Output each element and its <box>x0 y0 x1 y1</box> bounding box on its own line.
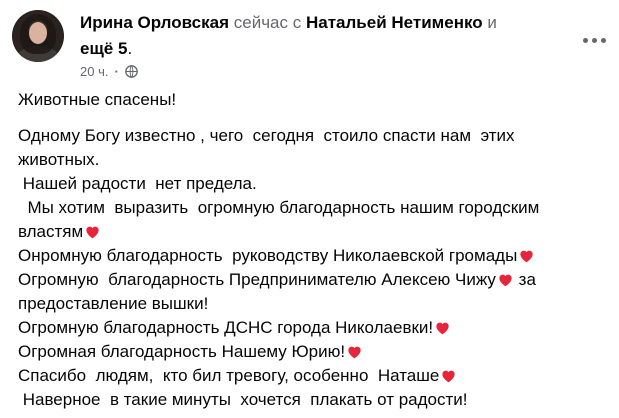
globe-icon[interactable] <box>124 64 138 78</box>
post-header: Ирина Орловская сейчас с Натальей Нетиме… <box>12 4 612 84</box>
post-line: властям <box>18 222 84 241</box>
post-line: Огромная благодарность Нашему Юрию! <box>18 342 346 361</box>
post-line: Спасибо людям, кто бил тревогу, особенно… <box>18 366 440 385</box>
post-line: Огромную благодарность Предпринимателю А… <box>18 270 496 289</box>
heart-icon <box>499 274 512 287</box>
post-meta: 20 ч. · <box>80 63 138 79</box>
post-line-with-heart: Огромная благодарность Нашему Юрию! <box>18 340 608 364</box>
more-icon-dot <box>591 37 597 43</box>
post-line-with-heart: Онромную благодарность руководству Никол… <box>18 244 608 268</box>
author-avatar[interactable] <box>12 10 64 62</box>
post-title-line: Ирина Орловская сейчас с Натальей Нетиме… <box>80 10 550 62</box>
tagged-user[interactable]: Натальей Нетименко <box>306 13 483 32</box>
post-line: Нашей радости нет предела. <box>18 174 257 193</box>
post-line: животных. <box>18 150 100 169</box>
heart-icon <box>442 370 455 383</box>
post-line-with-heart: Спасибо людям, кто бил тревогу, особенно… <box>18 364 608 388</box>
author-name[interactable]: Ирина Орловская <box>80 13 229 32</box>
more-icon-dot <box>582 37 588 43</box>
post-line: Мы хотим выразить огромную благодарность… <box>18 198 540 217</box>
and-text: и <box>487 13 497 32</box>
post-line: Огромную благодарность ДСНС города Никол… <box>18 318 434 337</box>
post-line-with-heart: Огромную благодарность Предпринимателю А… <box>18 268 608 292</box>
heart-icon <box>436 322 449 335</box>
heart-icon <box>86 226 99 239</box>
heart-icon <box>348 346 361 359</box>
post-line-with-heart: Огромную благодарность ДСНС города Никол… <box>18 316 608 340</box>
more-icon-dot <box>600 37 606 43</box>
heart-icon <box>520 250 533 263</box>
meta-separator: · <box>114 63 119 79</box>
post-line: Наверное в такие минуты хочется плакать … <box>18 390 468 409</box>
with-text: сейчас с <box>233 13 302 32</box>
others-link[interactable]: ещё 5 <box>80 39 127 58</box>
post-line: Онромную благодарность руководству Никол… <box>18 246 518 265</box>
period: . <box>127 39 133 58</box>
post-line-with-heart: властям <box>18 220 608 244</box>
post-text: Животные спасены! Одному Богу известно ,… <box>18 88 608 412</box>
post-line: предоставление вышки! <box>18 294 209 313</box>
more-options-button[interactable] <box>578 28 610 52</box>
post-line: Животные спасены! <box>18 90 177 109</box>
post-time[interactable]: 20 ч. <box>80 64 108 79</box>
post-line: за <box>513 270 536 289</box>
post-line: Одному Богу известно , чего сегодня стои… <box>18 126 515 145</box>
